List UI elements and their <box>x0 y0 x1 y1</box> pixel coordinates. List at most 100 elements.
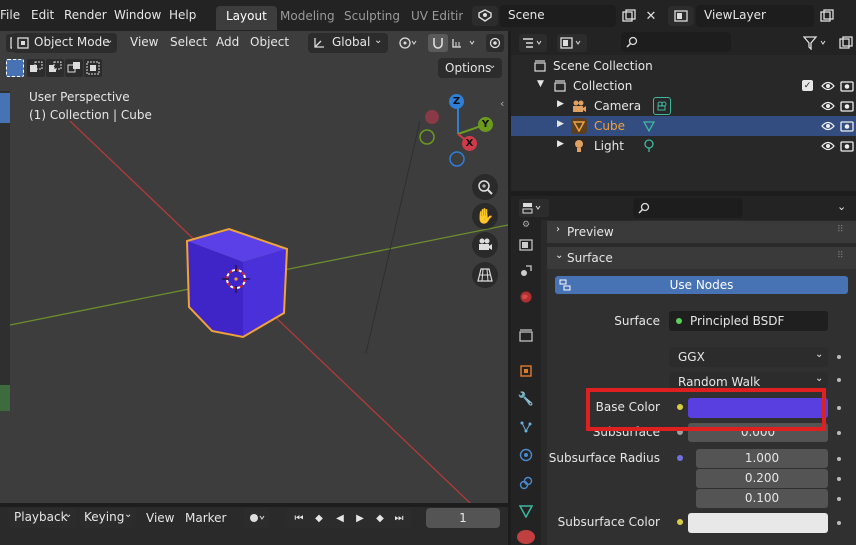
record-icon[interactable] <box>244 508 270 528</box>
camera-render-icon[interactable] <box>839 118 855 134</box>
object-data-tab-icon[interactable] <box>517 502 535 520</box>
next-keyframe-icon[interactable]: ◆ <box>372 511 388 525</box>
camera-render-icon[interactable] <box>839 138 855 154</box>
tab-layout[interactable]: Layout <box>216 6 277 30</box>
object-tab-icon[interactable] <box>517 362 535 380</box>
camera-view-icon[interactable] <box>472 232 498 258</box>
new-view-layer-icon[interactable] <box>818 7 836 25</box>
gizmo-x-axis[interactable]: X <box>462 136 477 151</box>
previous-keyframe-icon[interactable]: ◆ <box>311 511 327 525</box>
select-box-mode-subtract-icon[interactable] <box>46 59 64 77</box>
proportional-editing-icon[interactable] <box>486 34 504 52</box>
keyframe-dot-icon[interactable] <box>837 431 841 435</box>
tool-select-box[interactable] <box>0 93 10 123</box>
eye-icon[interactable] <box>820 118 836 134</box>
keying-dropdown[interactable]: Keying ⌄ <box>80 508 136 528</box>
outliner-search-input[interactable] <box>621 32 731 52</box>
mesh-data-icon[interactable] <box>641 118 657 134</box>
keyframe-dot-icon[interactable] <box>837 355 841 359</box>
subsurface-radius-y-field[interactable]: 0.200 <box>696 469 828 488</box>
menu-help[interactable]: Help <box>169 8 196 22</box>
snap-target-icon[interactable] <box>450 35 480 51</box>
particles-tab-icon[interactable] <box>517 418 535 436</box>
current-frame-field[interactable]: 1 <box>426 508 500 528</box>
pivot-point-icon[interactable] <box>395 35 419 51</box>
timeline-menu-view[interactable]: View <box>146 511 174 525</box>
modifier-wrench-icon[interactable]: 🔧 <box>517 390 535 408</box>
tab-sculpting[interactable]: Sculpting <box>334 6 410 30</box>
world-tab-icon[interactable] <box>517 288 535 306</box>
collection-tab-icon[interactable] <box>517 326 535 344</box>
render-tab-icon[interactable] <box>517 236 535 254</box>
viewport-menu-view[interactable]: View <box>130 35 158 49</box>
eye-icon[interactable] <box>820 138 836 154</box>
outliner-row-camera[interactable]: ▶ Camera <box>511 96 856 116</box>
viewport-menu-add[interactable]: Add <box>216 35 239 49</box>
eye-icon[interactable] <box>820 78 836 94</box>
sidebar-toggle-icon[interactable]: ‹ <box>500 97 504 110</box>
keyframe-dot-icon[interactable] <box>837 497 841 501</box>
subsurface-color-swatch[interactable] <box>688 513 828 533</box>
scene-icon[interactable] <box>472 6 498 26</box>
transform-orientation-dropdown[interactable]: Global ⌄ <box>308 33 388 53</box>
keyframe-dot-icon[interactable] <box>837 521 841 525</box>
view-layer-icon[interactable] <box>668 6 694 26</box>
select-box-mode-extend-icon[interactable] <box>27 59 45 77</box>
physics-tab-icon[interactable] <box>517 446 535 464</box>
tab-uv-editing[interactable]: UV Editing <box>401 6 463 30</box>
display-mode-icon[interactable] <box>557 34 587 52</box>
menu-file[interactable]: File <box>0 8 20 22</box>
keyframe-dot-icon[interactable] <box>837 378 841 382</box>
drag-handle-icon[interactable]: ⠿ <box>837 251 844 261</box>
camera-render-icon[interactable] <box>839 78 855 94</box>
menu-render[interactable]: Render <box>64 8 107 22</box>
material-tab-icon[interactable] <box>517 530 535 544</box>
mode-dropdown[interactable]: Object Mode ⌄ <box>12 33 117 53</box>
remove-scene-icon[interactable]: ✕ <box>642 7 660 25</box>
subsurface-radius-x-field[interactable]: 1.000 <box>696 449 828 468</box>
camera-data-icon[interactable] <box>653 97 671 115</box>
chevron-down-icon[interactable]: ⌄ <box>837 200 846 213</box>
keyframe-dot-icon[interactable] <box>837 477 841 481</box>
surface-panel-header[interactable]: ⌄ Surface ⠿ <box>547 247 856 269</box>
outliner-editor-type-icon[interactable] <box>519 34 547 52</box>
tool-tab-icon[interactable]: ⚙ <box>517 220 535 230</box>
play-icon[interactable]: ▶ <box>352 511 368 525</box>
timeline-menu-marker[interactable]: Marker <box>185 511 226 525</box>
disclosure-triangle-icon[interactable]: ▼ <box>537 79 544 89</box>
scene-tab-icon[interactable] <box>517 262 535 280</box>
pan-hand-icon[interactable]: ✋ <box>472 203 498 229</box>
keyframe-dot-icon[interactable] <box>837 406 841 410</box>
disclosure-triangle-icon[interactable]: ▶ <box>557 119 564 129</box>
jump-end-icon[interactable]: ⏭ <box>391 511 407 525</box>
outliner-row-collection[interactable]: ▼ Collection ✓ <box>511 76 856 96</box>
disclosure-triangle-icon[interactable]: ▶ <box>557 139 564 149</box>
select-box-mode-new-icon[interactable] <box>6 59 24 77</box>
color-socket-icon[interactable] <box>677 519 683 525</box>
distribution-dropdown[interactable]: GGX ⌄ <box>669 347 828 367</box>
3d-viewport[interactable]: Object Mode ⌄ View Select Add Object Glo… <box>0 31 508 503</box>
vector-socket-icon[interactable] <box>677 455 683 461</box>
filter-icon[interactable] <box>801 34 831 52</box>
outliner-row-cube[interactable]: ▶ Cube <box>511 116 856 136</box>
use-nodes-button[interactable]: Use Nodes <box>555 276 848 294</box>
gizmo-y-axis[interactable]: Y <box>478 117 493 132</box>
perspective-grid-icon[interactable] <box>472 262 498 288</box>
new-scene-icon[interactable] <box>620 7 638 25</box>
scene-name-field[interactable]: Scene <box>500 5 616 27</box>
zoom-icon[interactable] <box>472 174 498 200</box>
light-data-icon[interactable] <box>641 138 657 154</box>
properties-search-input[interactable] <box>633 198 743 218</box>
view-layer-field[interactable]: ViewLayer <box>696 5 814 27</box>
keyframe-dot-icon[interactable] <box>837 457 841 461</box>
viewport-menu-select[interactable]: Select <box>170 35 207 49</box>
subsurface-radius-z-field[interactable]: 0.100 <box>696 489 828 508</box>
select-box-mode-difference-icon[interactable] <box>65 59 83 77</box>
exclude-checkbox[interactable]: ✓ <box>802 80 813 91</box>
disclosure-triangle-icon[interactable]: ▶ <box>557 99 564 109</box>
camera-render-icon[interactable] <box>839 98 855 114</box>
outliner-row-light[interactable]: ▶ Light <box>511 136 856 156</box>
select-box-mode-intersect-icon[interactable] <box>84 59 102 77</box>
surface-shader-field[interactable]: Principled BSDF <box>669 311 828 331</box>
constraints-tab-icon[interactable] <box>517 474 535 492</box>
